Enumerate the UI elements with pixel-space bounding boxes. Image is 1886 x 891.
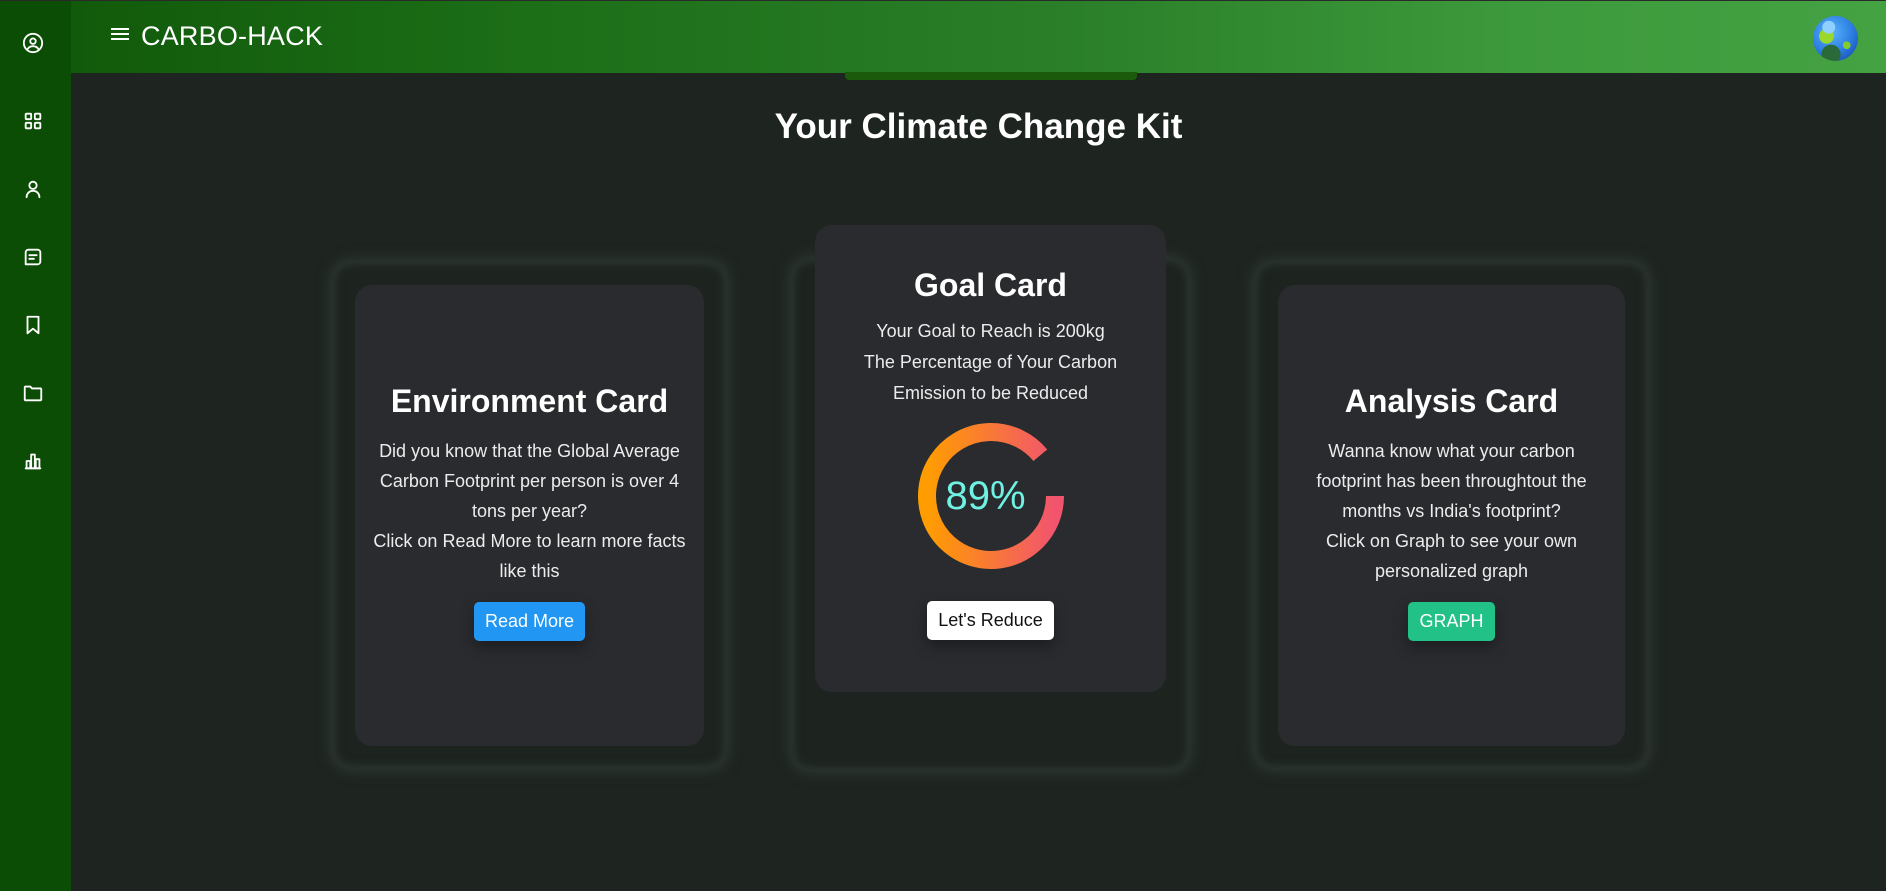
sidebar-item-profile[interactable]: [22, 32, 44, 54]
header-tab-indicator: [845, 72, 1137, 80]
environment-card-title: Environment Card: [390, 383, 669, 419]
sidebar-item-bookmarks[interactable]: [22, 314, 44, 336]
analysis-card-question: Wanna know what your carbon footprint ha…: [1316, 441, 1587, 521]
goal-card: Goal Card Your Goal to Reach is 200kg Th…: [815, 225, 1166, 692]
progress-percentage: 89%: [945, 473, 1026, 518]
globe-earth-icon[interactable]: [1813, 16, 1858, 61]
environment-card-hint: Click on Read More to learn more facts l…: [373, 531, 686, 581]
goal-card-title: Goal Card: [914, 267, 1067, 303]
analysis-card: Analysis Card Wanna know what your carbo…: [1278, 285, 1625, 746]
goal-progress-ring: 89%: [916, 421, 1066, 571]
top-bar: CARBO-HACK: [71, 0, 1886, 73]
sidebar-item-analytics[interactable]: [22, 450, 44, 472]
graph-button[interactable]: GRAPH: [1408, 602, 1495, 641]
page-title: Your Climate Change Kit: [774, 107, 1183, 146]
goal-card-description: The Percentage of Your Carbon Emission t…: [863, 352, 1118, 403]
folder-icon: [23, 385, 43, 402]
lets-reduce-button[interactable]: Let's Reduce: [927, 601, 1054, 640]
hamburger-menu-icon[interactable]: [111, 25, 131, 45]
sidebar: [0, 0, 71, 891]
analysis-card-title: Analysis Card: [1344, 383, 1559, 419]
user-circle-icon: [22, 32, 44, 54]
environment-card: Environment Card Did you know that the G…: [355, 285, 704, 746]
read-more-button[interactable]: Read More: [473, 602, 586, 641]
sidebar-item-dashboard[interactable]: [22, 110, 44, 132]
bookmark-icon: [26, 315, 40, 335]
message-icon: [24, 248, 42, 266]
grid-icon: [24, 112, 42, 130]
app-title: CARBO-HACK: [141, 21, 324, 51]
sidebar-item-user[interactable]: [22, 178, 44, 200]
sidebar-item-folder[interactable]: [22, 382, 44, 404]
bar-chart-icon: [24, 453, 42, 470]
user-icon: [25, 180, 41, 199]
goal-card-target: Your Goal to Reach is 200kg: [876, 321, 1105, 341]
sidebar-item-messages[interactable]: [22, 246, 44, 268]
analysis-card-hint: Click on Graph to see your own personali…: [1325, 531, 1578, 581]
environment-card-fact: Did you know that the Global Average Car…: [379, 441, 680, 521]
